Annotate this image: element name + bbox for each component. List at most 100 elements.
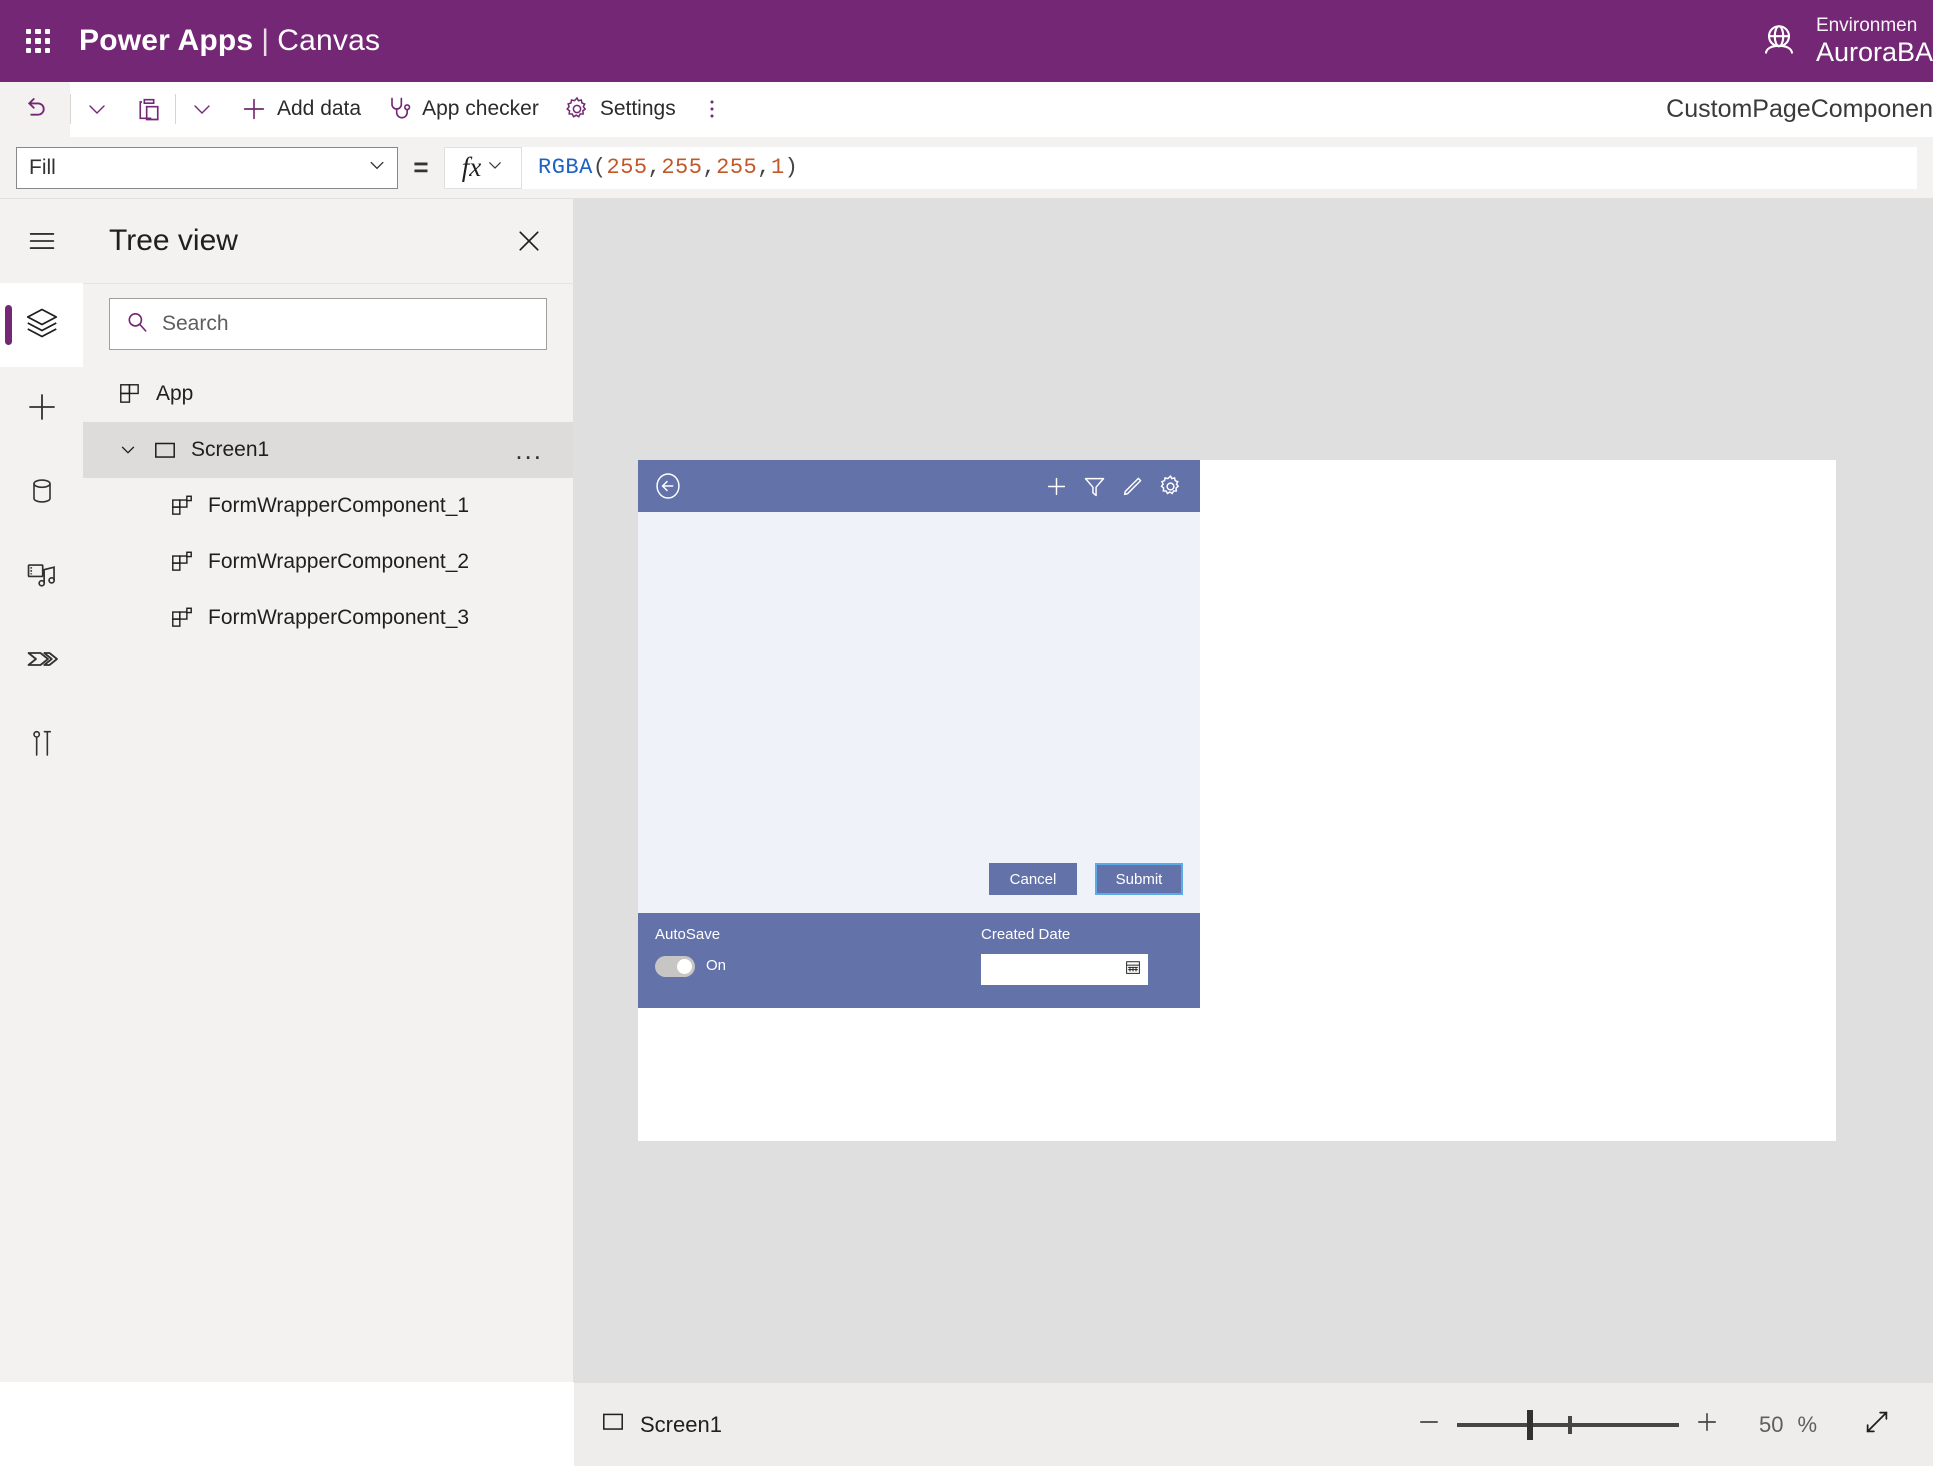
environment-selector[interactable]: Environmen AuroraBA bbox=[1756, 0, 1933, 82]
component-footer: AutoSave On Created Date bbox=[638, 913, 1200, 1008]
sidebar-item-power-automate[interactable] bbox=[0, 619, 83, 703]
formula-input[interactable]: RGBA(255, 255, 255, 1) bbox=[522, 146, 1917, 189]
tree-view-panel: Tree view App Screen1... FormWrapperCompon… bbox=[83, 199, 574, 1382]
cancel-button[interactable]: Cancel bbox=[989, 863, 1077, 895]
brand-subtitle: Canvas bbox=[277, 24, 381, 57]
add-data-button[interactable]: Add data bbox=[228, 82, 373, 137]
tree-item-formwrappercomponent_1[interactable]: FormWrapperComponent_1 bbox=[83, 478, 573, 534]
submit-button[interactable]: Submit bbox=[1095, 863, 1183, 895]
component-form-body[interactable]: Cancel Submit bbox=[638, 512, 1200, 913]
sidebar-item-data[interactable] bbox=[0, 451, 83, 535]
tree-item-screen1[interactable]: Screen1... bbox=[83, 422, 573, 478]
formula-token: , bbox=[702, 155, 717, 180]
advanced-tools-icon bbox=[26, 727, 58, 764]
formula-token: ) bbox=[784, 155, 799, 180]
zoom-value: 50 bbox=[1758, 1411, 1784, 1437]
undo-dropdown-button[interactable] bbox=[71, 82, 123, 137]
formula-token: 255 bbox=[606, 155, 648, 180]
add-data-label: Add data bbox=[277, 97, 362, 120]
zoom-out-button[interactable] bbox=[1401, 1397, 1457, 1453]
property-select[interactable]: Fill bbox=[16, 146, 398, 189]
back-arrow-circle-icon[interactable] bbox=[652, 470, 684, 502]
component-icon bbox=[169, 605, 195, 631]
zoom-slider-tick bbox=[1568, 1415, 1573, 1434]
chevron-down-icon bbox=[190, 97, 214, 121]
close-icon[interactable] bbox=[507, 219, 551, 263]
autosave-toggle[interactable] bbox=[655, 956, 695, 977]
zoom-unit: % bbox=[1797, 1411, 1817, 1437]
fx-button[interactable]: fx bbox=[444, 146, 522, 189]
power-apps-studio: Power Apps|Canvas Environmen AuroraBA bbox=[0, 0, 1933, 1466]
app-launcher-grid-icon[interactable] bbox=[18, 21, 58, 61]
tree-view-list: App Screen1... FormWrapperComponent_1 FormW… bbox=[83, 366, 573, 646]
zoom-in-button[interactable] bbox=[1679, 1397, 1735, 1453]
command-toolbar: Add data App checker Settings CustomPage… bbox=[0, 81, 1933, 137]
search-box[interactable] bbox=[109, 298, 547, 350]
sidebar-item-insert[interactable] bbox=[0, 367, 83, 451]
add-plus-icon[interactable] bbox=[1043, 473, 1070, 500]
minus-icon bbox=[1415, 1408, 1443, 1441]
tree-item-label: FormWrapperComponent_1 bbox=[208, 494, 470, 517]
zoom-controls: 50 % bbox=[1401, 1397, 1907, 1453]
tree-view-title: Tree view bbox=[109, 224, 238, 257]
component-app-bar bbox=[638, 460, 1200, 512]
paste-button[interactable] bbox=[123, 82, 175, 137]
fx-label: fx bbox=[461, 152, 482, 182]
screen-rect-icon bbox=[152, 437, 178, 463]
hamburger-menu-icon[interactable] bbox=[0, 199, 83, 283]
brand-title: Power Apps | Canvas bbox=[79, 24, 380, 58]
formula-token: 255 bbox=[716, 155, 758, 180]
filter-funnel-icon[interactable] bbox=[1081, 473, 1108, 500]
settings-gear-icon[interactable] bbox=[1157, 473, 1184, 500]
zoom-slider[interactable] bbox=[1457, 1397, 1680, 1453]
property-select-value: Fill bbox=[29, 155, 56, 179]
search-input[interactable] bbox=[162, 312, 532, 336]
gear-icon bbox=[563, 95, 591, 123]
chevron-down-icon bbox=[85, 97, 109, 121]
tree-item-formwrappercomponent_3[interactable]: FormWrapperComponent_3 bbox=[83, 590, 573, 646]
more-vertical-icon bbox=[700, 95, 724, 123]
screen-rect-icon bbox=[600, 1409, 626, 1441]
chevron-down-icon bbox=[367, 155, 387, 181]
equals-sign: = bbox=[413, 152, 429, 182]
power-automate-icon bbox=[24, 641, 60, 682]
status-screen-selector[interactable]: Screen1 bbox=[600, 1409, 722, 1441]
zoom-slider-thumb[interactable] bbox=[1527, 1409, 1534, 1440]
autosave-state-label: On bbox=[706, 957, 727, 974]
created-date-input[interactable] bbox=[981, 954, 1148, 985]
fit-to-screen-diagonal-icon bbox=[1862, 1407, 1892, 1442]
canvas-artboard[interactable]: Cancel Submit AutoSave On Created Date bbox=[638, 460, 1836, 1141]
form-wrapper-component-preview[interactable]: Cancel Submit AutoSave On Created Date bbox=[638, 460, 1200, 1008]
edit-pencil-icon[interactable] bbox=[1119, 473, 1146, 500]
brand-separator: | bbox=[261, 24, 270, 57]
settings-button[interactable]: Settings bbox=[551, 82, 688, 137]
undo-button[interactable] bbox=[0, 81, 70, 137]
undo-arrow-icon bbox=[20, 94, 50, 124]
chevron-down-icon[interactable] bbox=[117, 439, 139, 461]
tree-item-label: FormWrapperComponent_2 bbox=[208, 550, 470, 573]
status-screen-label: Screen1 bbox=[640, 1411, 722, 1437]
formula-token: RGBA bbox=[538, 155, 593, 180]
globe-environment-icon bbox=[1756, 18, 1802, 64]
tree-item-formwrappercomponent_2[interactable]: FormWrapperComponent_2 bbox=[83, 534, 573, 590]
insert-plus-icon bbox=[24, 389, 60, 430]
tree-view-header: Tree view bbox=[83, 199, 573, 283]
paste-dropdown-button[interactable] bbox=[176, 82, 228, 137]
search-icon bbox=[124, 309, 150, 340]
tree-item-label: FormWrapperComponent_3 bbox=[208, 606, 470, 629]
stethoscope-icon bbox=[385, 95, 413, 123]
more-options-button[interactable] bbox=[688, 82, 736, 137]
app-checker-button[interactable]: App checker bbox=[373, 82, 551, 137]
sidebar-item-advanced-tools[interactable] bbox=[0, 703, 83, 787]
formula-token: ( bbox=[592, 155, 607, 180]
environment-text: Environmen AuroraBA bbox=[1816, 15, 1933, 67]
tree-item-app[interactable]: App bbox=[83, 366, 573, 422]
fit-to-screen-button[interactable] bbox=[1847, 1397, 1907, 1453]
component-icon bbox=[169, 549, 195, 575]
sidebar-item-media[interactable] bbox=[0, 535, 83, 619]
component-icon bbox=[169, 493, 195, 519]
formula-token: , bbox=[647, 155, 662, 180]
canvas-work-area[interactable]: Cancel Submit AutoSave On Created Date bbox=[574, 199, 1933, 1382]
sidebar-item-tree-view[interactable] bbox=[0, 283, 83, 367]
form-button-row: Cancel Submit bbox=[989, 863, 1183, 895]
